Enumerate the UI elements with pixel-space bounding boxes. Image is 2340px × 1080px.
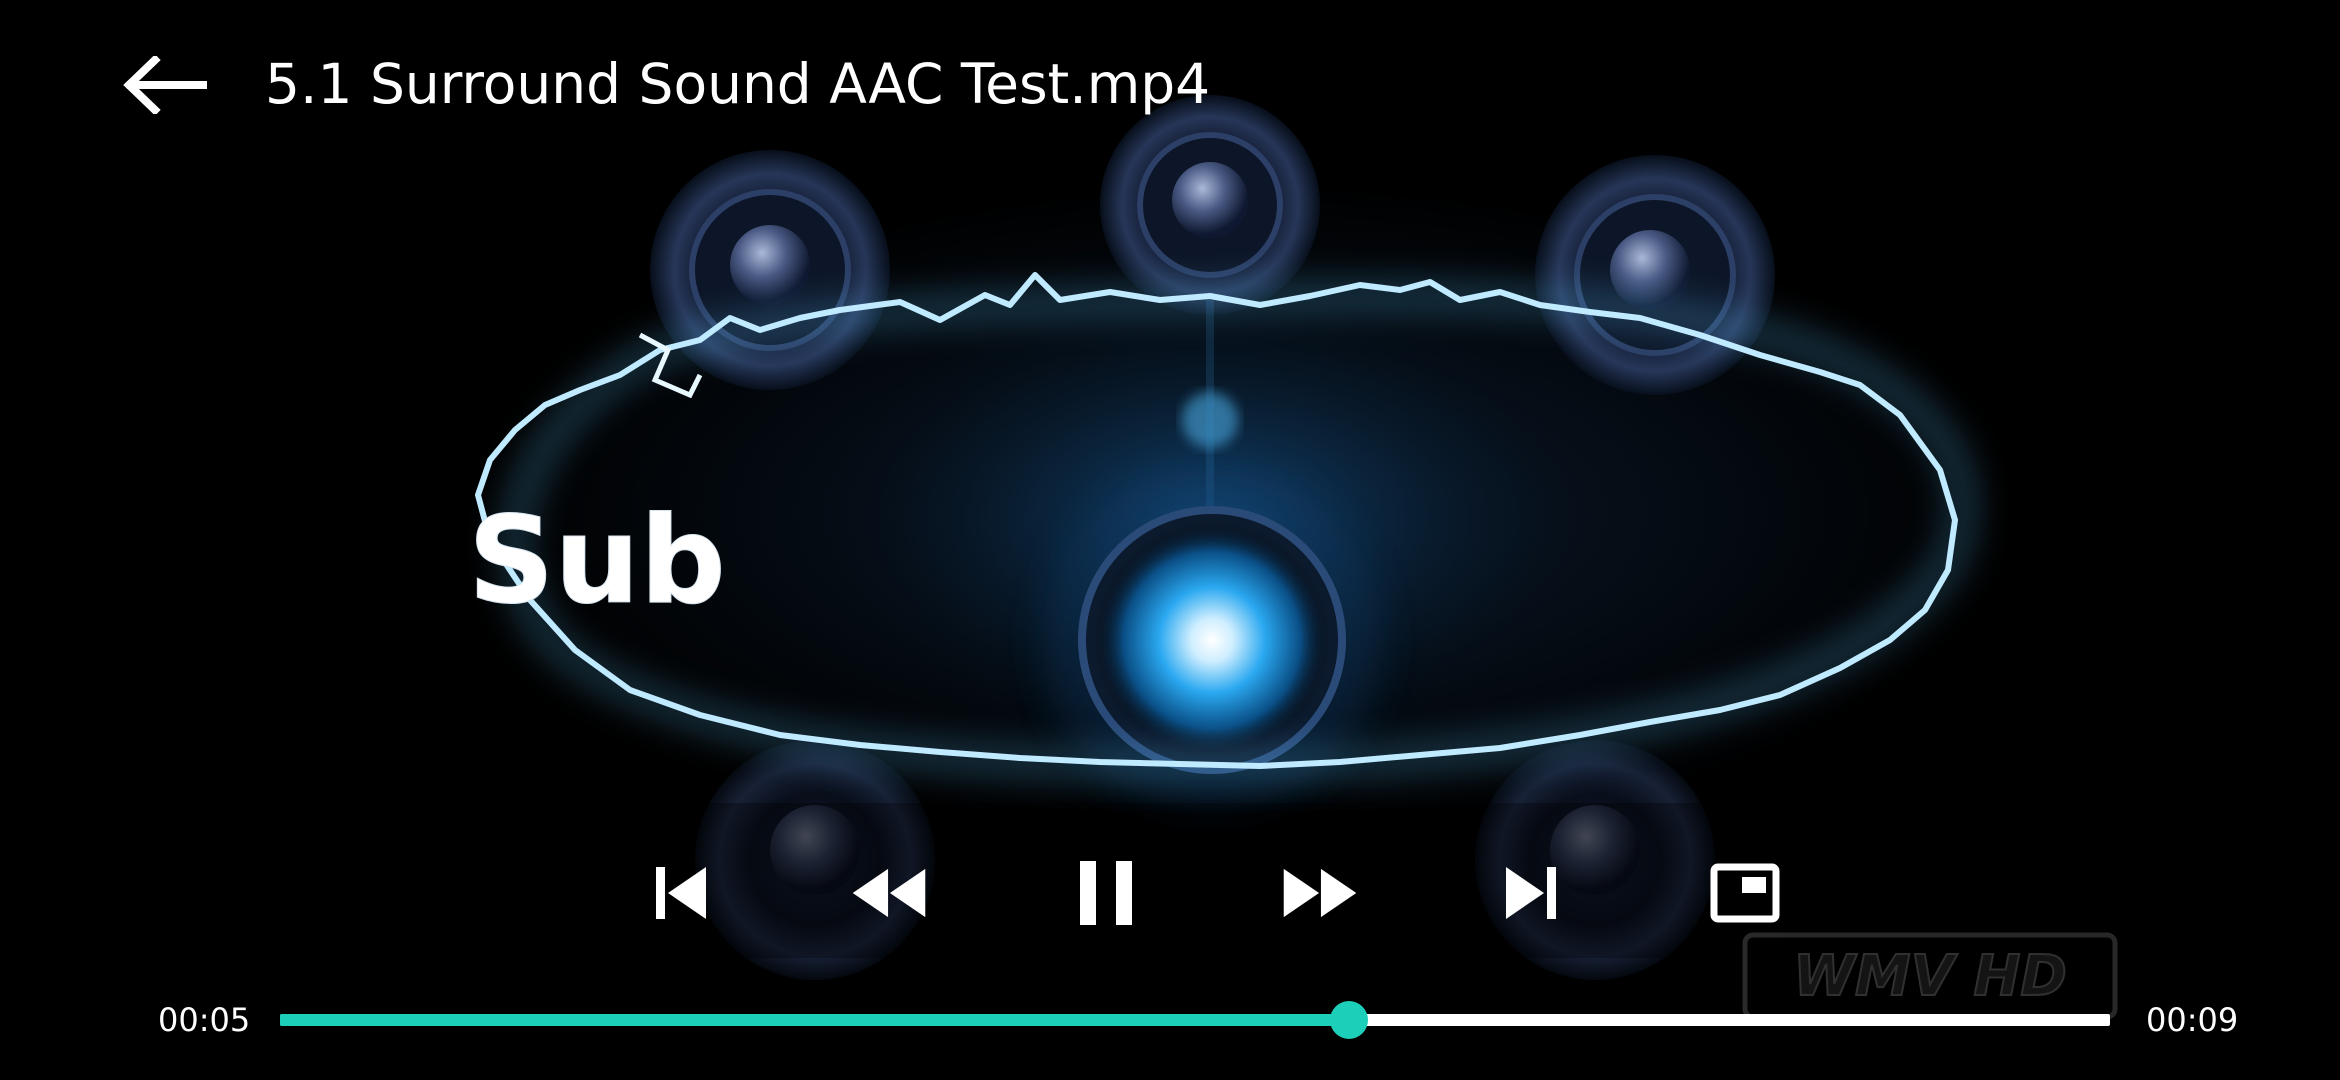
top-bar: 5.1 Surround Sound AAC Test.mp4	[0, 0, 2340, 170]
fast-forward-icon	[1283, 868, 1357, 918]
seek-bar-thumb[interactable]	[1329, 1001, 1368, 1039]
video-title: 5.1 Surround Sound AAC Test.mp4	[265, 52, 1211, 116]
pause-button[interactable]	[1066, 855, 1146, 931]
seek-bar[interactable]	[280, 1001, 2110, 1039]
back-button[interactable]	[110, 45, 220, 125]
wmv-hd-watermark: WMV HD	[1742, 932, 2118, 1020]
skip-next-icon	[1506, 867, 1556, 919]
skip-previous-button[interactable]	[640, 855, 720, 931]
pause-icon	[1080, 861, 1132, 925]
rewind-button[interactable]	[849, 855, 929, 931]
skip-next-button[interactable]	[1492, 855, 1572, 931]
rewind-icon	[852, 868, 926, 918]
speaker-front-right	[1535, 155, 1775, 395]
current-time: 00:05	[158, 1001, 251, 1039]
picture-in-picture-icon	[1710, 863, 1780, 923]
picture-in-picture-button[interactable]	[1705, 855, 1785, 931]
total-duration: 00:09	[2146, 1001, 2239, 1039]
fast-forward-button[interactable]	[1280, 855, 1360, 931]
channel-label: Sub	[468, 492, 726, 631]
arrow-left-icon	[123, 56, 207, 114]
skip-previous-icon	[656, 867, 706, 919]
seek-bar-progress	[280, 1014, 1349, 1026]
svg-text:WMV HD: WMV HD	[1793, 944, 2067, 1009]
